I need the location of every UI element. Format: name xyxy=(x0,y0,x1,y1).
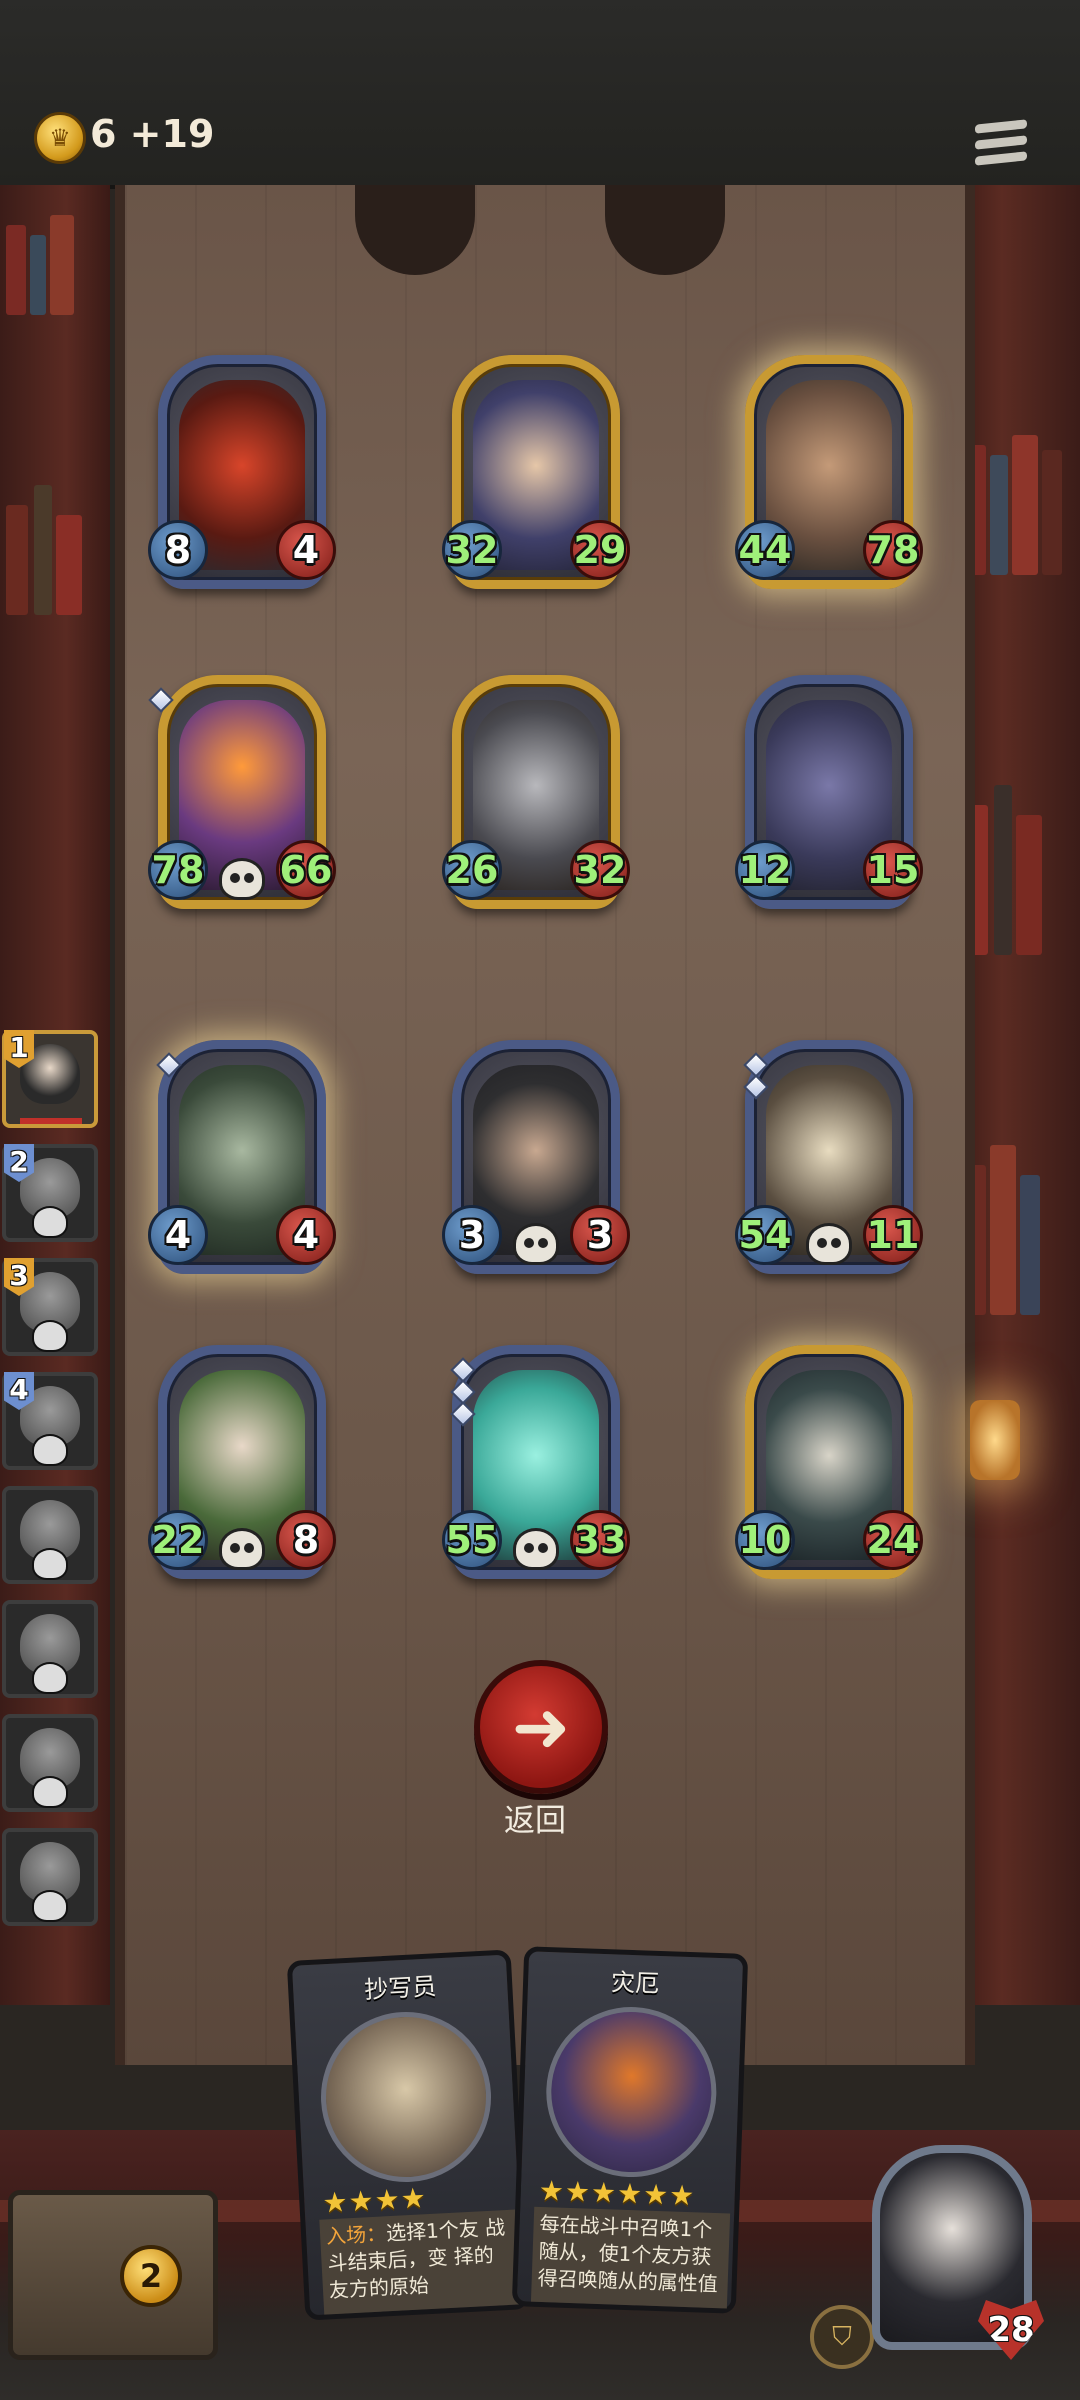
menu-icon[interactable] xyxy=(975,119,1027,172)
health-value: 15 xyxy=(863,840,923,900)
health-value: 29 xyxy=(570,520,630,580)
health-value: 3 xyxy=(570,1205,630,1265)
health-value: 66 xyxy=(276,840,336,900)
attack-value: 8 xyxy=(148,520,208,580)
skull-icon xyxy=(516,1531,556,1567)
attack-value: 3 xyxy=(442,1205,502,1265)
roster-slot[interactable] xyxy=(2,1486,98,1584)
coin-crown-icon: ♛ xyxy=(34,112,86,164)
skull-icon xyxy=(516,1226,556,1262)
board-card-red-dragon[interactable]: 84 xyxy=(148,355,336,589)
gold-counter: 6 +19 xyxy=(90,112,215,156)
health-value: 78 xyxy=(863,520,923,580)
back-button-label: 返回 xyxy=(504,1803,566,1839)
lantern-icon xyxy=(950,1380,1040,1520)
board-card-horned-skeleton[interactable]: 10 24 xyxy=(735,1345,923,1579)
attack-value: 10 xyxy=(735,1510,795,1570)
chest-count-badge: 2 xyxy=(120,2245,182,2307)
board-card-hooded-rogue[interactable]: 33 xyxy=(442,1040,630,1274)
shield-icon[interactable]: ⛉ xyxy=(810,2305,874,2369)
attack-value: 78 xyxy=(148,840,208,900)
hand-card-description: 入场：选择1个友 战斗结束后，变 择的友方的原始 xyxy=(319,2209,521,2315)
roster-slot[interactable]: 1 xyxy=(2,1030,98,1128)
attack-value: 55 xyxy=(442,1510,502,1570)
skull-icon xyxy=(809,1226,849,1262)
health-bar xyxy=(20,1118,82,1124)
skull-icon xyxy=(34,1550,66,1578)
roster-slot[interactable] xyxy=(2,1714,98,1812)
top-bar: ♛ 6 +19 xyxy=(0,0,1080,189)
attack-value: 32 xyxy=(442,520,502,580)
attack-value: 26 xyxy=(442,840,502,900)
roster-slot[interactable] xyxy=(2,1600,98,1698)
calamity-portrait xyxy=(543,2004,720,2180)
hand-card-calamity[interactable]: 灾厄 ★★★★★★ 每在战斗中召唤1个随从，使1个友方获得召唤随从的属性值 xyxy=(511,1946,749,2314)
health-value: 4 xyxy=(276,520,336,580)
roster-slot[interactable]: 4 xyxy=(2,1372,98,1470)
health-value: 33 xyxy=(570,1510,630,1570)
star-rating: ★★★★★★ xyxy=(538,2173,696,2213)
board-card-music-box-dancer[interactable]: 44 xyxy=(148,1040,336,1274)
treasure-chest[interactable] xyxy=(8,2190,218,2360)
skull-icon xyxy=(34,1436,66,1464)
board-card-ghost-brute[interactable]: 55 33 xyxy=(442,1345,630,1579)
skull-icon xyxy=(222,861,262,897)
board-card-bandaged-ogre[interactable]: 44 78 xyxy=(735,355,923,589)
board-card-armored-knight[interactable]: 26 32 xyxy=(442,675,630,909)
board-card-flaming-bulldog[interactable]: 78 66 xyxy=(148,675,336,909)
board-card-old-woman[interactable]: 22 8 xyxy=(148,1345,336,1579)
attack-value: 22 xyxy=(148,1510,208,1570)
attack-value: 44 xyxy=(735,520,795,580)
scribe-portrait xyxy=(316,2007,496,2187)
roster-slot[interactable]: 3 xyxy=(2,1258,98,1356)
hand-card-name: 灾厄 xyxy=(610,1968,660,1998)
board-card-helmeted-brute[interactable]: 32 29 xyxy=(442,355,630,589)
hand-card-name: 抄写员 xyxy=(363,1972,437,2005)
board-card-bone-dragon[interactable]: 54 11 xyxy=(735,1040,923,1274)
hand-card-scribe[interactable]: 抄写员 ★★★★ 入场：选择1个友 战斗结束后，变 择的友方的原始 xyxy=(286,1949,530,2321)
health-value: 11 xyxy=(863,1205,923,1265)
attack-value: 54 xyxy=(735,1205,795,1265)
skull-icon xyxy=(222,1531,262,1567)
arrow-left-icon: ➜ xyxy=(511,1686,571,1768)
skull-icon xyxy=(34,1664,66,1692)
skull-icon xyxy=(34,1322,66,1350)
back-button[interactable]: ➜ xyxy=(474,1660,608,1794)
health-value: 32 xyxy=(570,840,630,900)
attack-value: 12 xyxy=(735,840,795,900)
attack-value: 4 xyxy=(148,1205,208,1265)
health-value: 8 xyxy=(276,1510,336,1570)
health-value: 4 xyxy=(276,1205,336,1265)
skull-icon xyxy=(34,1892,66,1920)
skull-icon xyxy=(34,1778,66,1806)
star-rating: ★★★★ xyxy=(321,2181,428,2220)
hand-card-description: 每在战斗中召唤1个随从，使1个友方获得召唤随从的属性值 xyxy=(530,2206,731,2309)
board-card-bandana-rat[interactable]: 12 15 xyxy=(735,675,923,909)
health-value: 24 xyxy=(863,1510,923,1570)
roster-slot[interactable]: 2 xyxy=(2,1144,98,1242)
skull-icon xyxy=(34,1208,66,1236)
roster-slot[interactable] xyxy=(2,1828,98,1926)
